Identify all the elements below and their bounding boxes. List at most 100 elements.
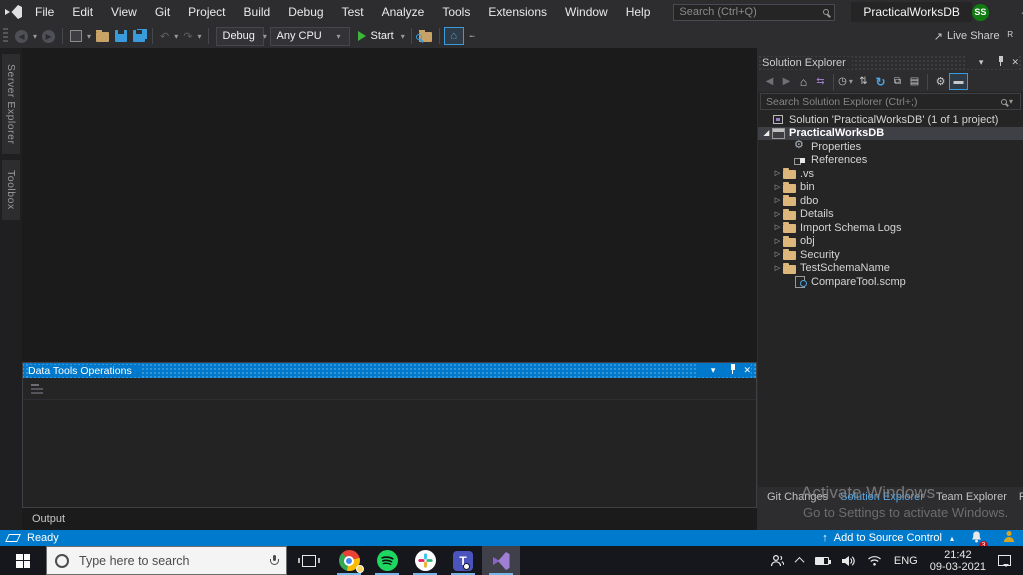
- collapse-all-icon[interactable]: ⧉: [889, 73, 906, 90]
- clock[interactable]: 21:42 09-03-2021: [924, 546, 992, 575]
- microphone-icon[interactable]: [270, 555, 279, 566]
- hidden-icons-chevron-icon[interactable]: [790, 546, 809, 575]
- taskbar-app-teams[interactable]: T: [444, 546, 482, 575]
- taskbar-app-spotify[interactable]: [368, 546, 406, 575]
- user-avatar[interactable]: SS: [971, 3, 989, 21]
- tree-item[interactable]: Details: [758, 208, 1023, 222]
- menu-item[interactable]: View: [102, 0, 146, 24]
- task-view-button[interactable]: [287, 546, 330, 575]
- tree-item[interactable]: dbo: [758, 194, 1023, 208]
- menu-item[interactable]: Debug: [279, 0, 332, 24]
- notifications-bell-icon[interactable]: 3: [970, 530, 988, 550]
- taskbar-app-visual-studio[interactable]: [482, 546, 520, 575]
- operations-list-icon[interactable]: [31, 383, 44, 394]
- toolbar-overflow-icon[interactable]: ╾: [468, 32, 477, 41]
- quick-search-input[interactable]: Search (Ctrl+Q): [673, 3, 836, 21]
- toolbox-tab[interactable]: Toolbox: [2, 160, 20, 221]
- redo-dropdown-icon[interactable]: ▾: [195, 32, 203, 41]
- start-dropdown-icon[interactable]: ▾: [399, 32, 407, 41]
- home-icon[interactable]: ⌂: [795, 73, 812, 90]
- output-tab[interactable]: Output: [22, 511, 75, 527]
- panel-options-dropdown-icon[interactable]: ▾: [711, 365, 716, 376]
- tree-item[interactable]: TestSchemaName: [758, 262, 1023, 276]
- tree-item[interactable]: References: [758, 154, 1023, 168]
- taskbar-search-input[interactable]: Type here to search: [46, 546, 287, 575]
- tree-item[interactable]: Import Schema Logs: [758, 221, 1023, 235]
- battery-icon[interactable]: [809, 546, 835, 575]
- tree-item[interactable]: Solution 'PracticalWorksDB' (1 of 1 proj…: [758, 113, 1023, 127]
- add-to-source-control-button[interactable]: Add to Source Control: [834, 532, 942, 544]
- live-share-icon[interactable]: ↗: [934, 30, 943, 43]
- people-icon[interactable]: [764, 546, 790, 575]
- source-control-dropdown-icon[interactable]: ▴: [948, 534, 956, 543]
- solution-configuration-dropdown[interactable]: Debug ▾: [215, 26, 267, 46]
- tree-item[interactable]: Security: [758, 248, 1023, 262]
- pin-icon[interactable]: [990, 56, 1004, 69]
- forward-icon[interactable]: ▶: [778, 73, 795, 90]
- switch-views-icon[interactable]: ⇅: [855, 73, 872, 90]
- menu-item[interactable]: Analyze: [373, 0, 434, 24]
- panel-tab[interactable]: Properties: [1013, 491, 1023, 503]
- menu-item[interactable]: File: [26, 0, 63, 24]
- open-file-icon[interactable]: [93, 26, 112, 46]
- undo-dropdown-icon[interactable]: ▾: [172, 32, 180, 41]
- properties-icon[interactable]: ⚙: [932, 73, 949, 90]
- save-icon[interactable]: [112, 26, 130, 46]
- menu-item[interactable]: Extensions: [479, 0, 556, 24]
- tree-item[interactable]: PracticalWorksDB: [758, 126, 1023, 140]
- action-center-icon[interactable]: [992, 546, 1017, 575]
- navigate-back-dropdown-icon[interactable]: ▾: [31, 32, 39, 41]
- tree-item[interactable]: CompareTool.scmp: [758, 275, 1023, 289]
- pending-changes-filter-icon[interactable]: ◷ ▾: [838, 73, 855, 90]
- panel-tab[interactable]: Team Explorer: [930, 491, 1013, 503]
- data-tools-operations-title-bar[interactable]: Data Tools Operations ▾ ✕: [23, 363, 756, 378]
- start-debug-button[interactable]: Start: [353, 26, 399, 46]
- menu-item[interactable]: Git: [146, 0, 179, 24]
- menu-item[interactable]: Project: [179, 0, 234, 24]
- panel-options-dropdown-icon[interactable]: ▾: [979, 57, 984, 68]
- start-button[interactable]: [0, 546, 46, 575]
- toolbar-grip[interactable]: [3, 28, 8, 44]
- menu-item[interactable]: Window: [556, 0, 617, 24]
- menu-item[interactable]: Test: [333, 0, 373, 24]
- solution-explorer-title-bar[interactable]: Solution Explorer ▾ ✕: [758, 54, 1023, 71]
- solution-explorer-search-input[interactable]: Search Solution Explorer (Ctrl+;) ▾: [760, 93, 1021, 110]
- close-panel-icon[interactable]: ✕: [1011, 57, 1019, 68]
- preview-selected-items-icon[interactable]: ▬: [949, 73, 968, 90]
- solution-platform-dropdown[interactable]: Any CPU ▾: [269, 26, 350, 46]
- minimize-button[interactable]: —: [1011, 0, 1023, 24]
- sync-with-active-document-icon[interactable]: ⇆: [812, 73, 829, 90]
- taskbar-app-chrome[interactable]: [330, 546, 368, 575]
- undo-icon[interactable]: ↶: [157, 26, 172, 46]
- new-project-icon[interactable]: [67, 26, 85, 46]
- send-feedback-icon[interactable]: ᴿ: [1008, 29, 1013, 43]
- web-browser-home-icon[interactable]: ⌂: [443, 27, 464, 45]
- panel-tab[interactable]: Git Changes: [761, 491, 834, 503]
- navigate-forward-icon[interactable]: ▶: [39, 26, 58, 46]
- close-panel-icon[interactable]: ✕: [743, 365, 751, 376]
- volume-icon[interactable]: [835, 546, 861, 575]
- tree-item[interactable]: Properties: [758, 140, 1023, 154]
- show-all-files-icon[interactable]: ▤: [906, 73, 923, 90]
- feedback-smiley-icon[interactable]: [1003, 530, 1015, 546]
- navigate-back-icon[interactable]: ◀: [12, 26, 31, 46]
- panel-tab[interactable]: Solution Explorer: [834, 491, 930, 503]
- new-project-dropdown-icon[interactable]: ▾: [85, 32, 93, 41]
- tree-item[interactable]: bin: [758, 181, 1023, 195]
- menu-item[interactable]: Edit: [63, 0, 102, 24]
- live-share-label[interactable]: Live Share: [947, 30, 1000, 42]
- back-icon[interactable]: ◀: [761, 73, 778, 90]
- menu-item[interactable]: Build: [235, 0, 280, 24]
- menu-item[interactable]: Help: [617, 0, 660, 24]
- pin-icon[interactable]: [722, 364, 736, 377]
- language-indicator[interactable]: ENG: [888, 546, 924, 575]
- tree-item[interactable]: obj: [758, 235, 1023, 249]
- taskbar-app-slack[interactable]: [406, 546, 444, 575]
- save-all-icon[interactable]: [130, 26, 148, 46]
- wifi-icon[interactable]: [861, 546, 888, 575]
- find-in-files-icon[interactable]: [415, 26, 435, 46]
- server-explorer-tab[interactable]: Server Explorer: [2, 54, 20, 155]
- menu-item[interactable]: Tools: [433, 0, 479, 24]
- redo-icon[interactable]: ↷: [180, 26, 195, 46]
- tree-item[interactable]: .vs: [758, 167, 1023, 181]
